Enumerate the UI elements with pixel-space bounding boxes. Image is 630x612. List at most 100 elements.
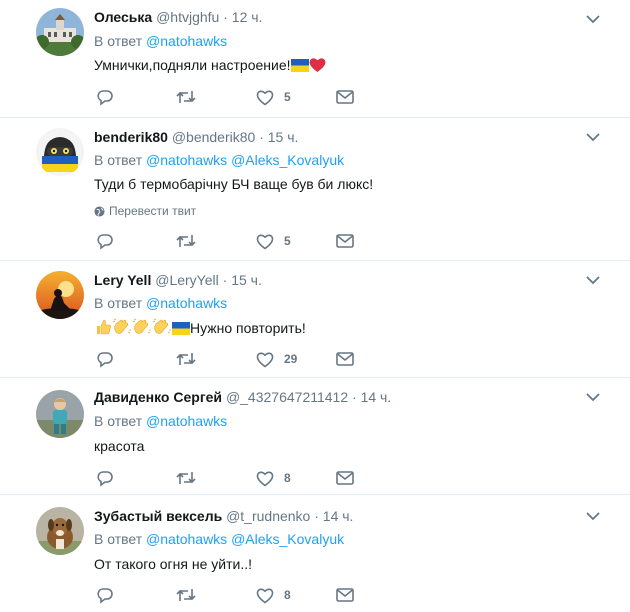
direct-message-button[interactable] [336,468,354,488]
author-name[interactable]: Олеська [94,9,152,25]
author-handle[interactable]: @t_rudnenko [226,508,310,524]
chevron-down-icon[interactable] [584,10,602,28]
like-count: 8 [284,471,291,485]
author-handle[interactable]: @LeryYell [155,272,219,288]
reply-context: В ответ @natohawks [94,32,227,50]
direct-message-button[interactable] [336,349,354,369]
translate-link[interactable]: Перевести твит [94,203,196,219]
mention-link[interactable]: @natohawks [146,531,227,547]
retweet-button[interactable] [176,349,196,369]
avatar[interactable] [36,8,84,56]
reply-prefix: В ответ [94,413,143,429]
chevron-down-icon[interactable] [584,388,602,406]
author-name[interactable]: Lery Yell [94,272,151,288]
direct-message-button[interactable] [336,87,354,107]
tweet-header: Зубастый вексель @t_rudnenko · 14 ч. [94,507,353,525]
envelope-icon [336,352,354,366]
tweet-text-block: Умнички,подняли настроение! [94,56,326,74]
retweet-icon [176,589,196,601]
retweet-button[interactable] [176,231,196,251]
timestamp[interactable]: · 12 ч. [223,9,262,25]
direct-message-button[interactable] [336,231,354,251]
tweet-actions: 5 [96,87,376,107]
thumbs-up-emoji [97,319,111,335]
clapping-hands-emoji [152,318,171,334]
reply-button[interactable] [96,349,114,369]
author-name[interactable]: Давиденко Сергей [94,389,222,405]
chevron-down-icon[interactable] [584,507,602,525]
globe-icon [94,206,105,217]
tweet-actions: 5 [96,231,376,251]
reply-prefix: В ответ [94,531,143,547]
author-name[interactable]: Зубастый вексель [94,508,222,524]
like-count: 5 [284,234,291,248]
reply-prefix: В ответ [94,295,143,311]
tweet[interactable]: Олеська @htvjghfu · 12 ч. В ответ @natoh… [0,0,630,118]
like-button[interactable]: 8 [256,468,291,488]
reply-icon [97,90,113,106]
reply-icon [97,471,113,487]
avatar[interactable] [36,390,84,438]
retweet-icon [176,91,196,103]
reply-icon [97,588,113,604]
reply-context: В ответ @natohawks [94,412,227,430]
translate-label: Перевести твит [109,204,197,218]
red-heart-emoji [309,58,325,72]
like-count: 29 [284,352,298,366]
mention-link[interactable]: @Aleks_Kovalyuk [231,152,344,168]
mention-link[interactable]: @natohawks [146,413,227,429]
retweet-icon [176,472,196,484]
reply-button[interactable] [96,585,114,605]
author-handle[interactable]: @benderik80 [172,129,256,145]
avatar[interactable] [36,128,84,176]
author-handle[interactable]: @htvjghfu [156,9,219,25]
heart-icon [256,588,274,603]
author-name[interactable]: benderik80 [94,129,168,145]
reply-icon [97,352,113,368]
chevron-down-icon[interactable] [584,271,602,289]
tweet-text-block: Нужно повторить! [94,318,306,337]
tweet-header: Олеська @htvjghfu · 12 ч. [94,8,262,26]
timestamp[interactable]: · 15 ч. [223,272,262,288]
reply-context: В ответ @natohawks @Aleks_Kovalyuk [94,530,344,548]
heart-icon [256,352,274,367]
mention-link[interactable]: @natohawks [146,295,227,311]
reply-context: В ответ @natohawks @Aleks_Kovalyuk [94,151,344,169]
avatar[interactable] [36,271,84,319]
like-button[interactable]: 5 [256,87,291,107]
avatar[interactable] [36,507,84,555]
mention-link[interactable]: @Aleks_Kovalyuk [231,531,344,547]
heart-icon [256,90,274,105]
tweet[interactable]: Давиденко Сергей @_4327647211412 · 14 ч.… [0,378,630,495]
retweet-button[interactable] [176,87,196,107]
like-button[interactable]: 29 [256,349,297,369]
reply-prefix: В ответ [94,33,143,49]
ukraine-flag-emoji [290,59,309,72]
author-handle[interactable]: @_4327647211412 [226,389,348,405]
tweet-header: Lery Yell @LeryYell · 15 ч. [94,271,262,289]
retweet-button[interactable] [176,585,196,605]
retweet-button[interactable] [176,468,196,488]
reply-button[interactable] [96,231,114,251]
tweet[interactable]: Lery Yell @LeryYell · 15 ч. В ответ @nat… [0,261,630,378]
envelope-icon [336,234,354,248]
tweet-actions: 8 [96,585,376,605]
like-button[interactable]: 5 [256,231,291,251]
mention-link[interactable]: @natohawks [146,33,227,49]
timestamp[interactable]: · 14 ч. [352,389,391,405]
envelope-icon [336,588,354,602]
like-button[interactable]: 8 [256,585,291,605]
mention-link[interactable]: @natohawks [146,152,227,168]
reply-button[interactable] [96,87,114,107]
tweet-actions: 29 [96,349,376,369]
reply-button[interactable] [96,468,114,488]
direct-message-button[interactable] [336,585,354,605]
tweet[interactable]: Зубастый вексель @t_rudnenko · 14 ч. В о… [0,495,630,612]
tweet[interactable]: benderik80 @benderik80 · 15 ч. В ответ @… [0,118,630,261]
timestamp[interactable]: · 14 ч. [314,508,353,524]
timestamp[interactable]: · 15 ч. [259,129,298,145]
like-count: 8 [284,588,291,602]
ukraine-flag-emoji [172,322,190,335]
clapping-hands-emoji [132,318,151,334]
chevron-down-icon[interactable] [584,128,602,146]
